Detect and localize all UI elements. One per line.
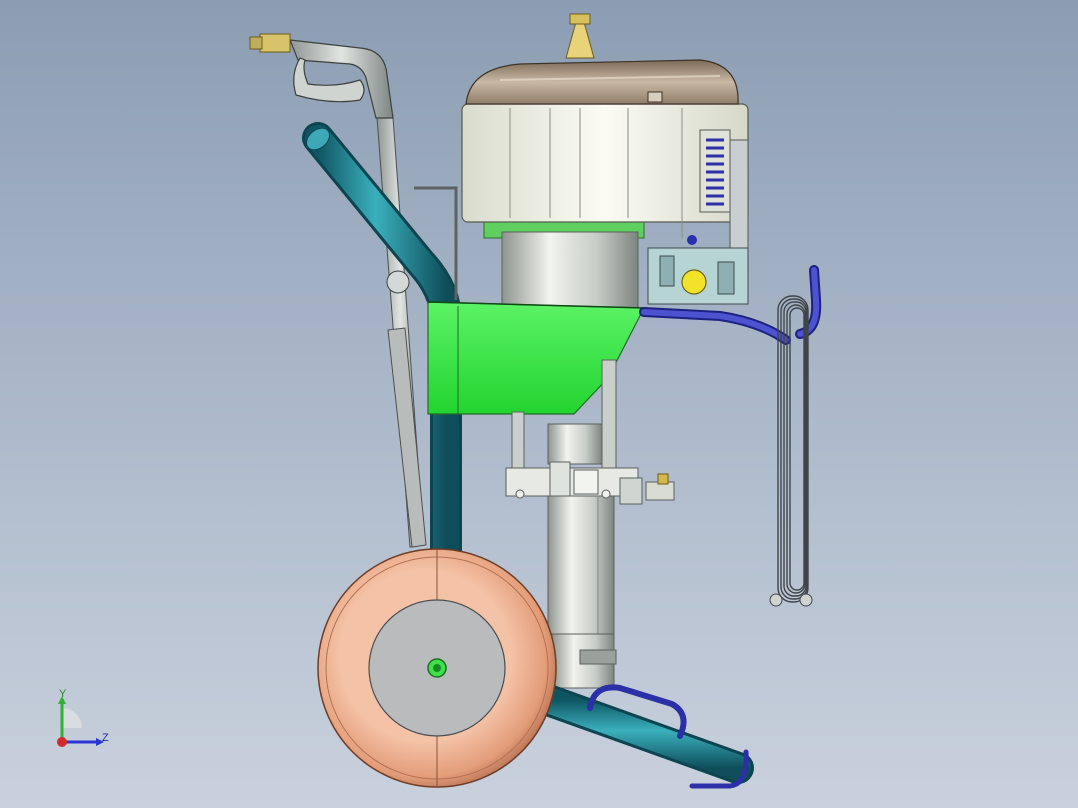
y-axis-label: Y xyxy=(59,688,67,700)
spray-gun-icon[interactable] xyxy=(249,33,427,548)
cad-viewport[interactable]: Y Z xyxy=(0,0,1078,808)
z-axis-label: Z xyxy=(102,732,109,744)
sprayer-assembly-model[interactable] xyxy=(0,0,1078,808)
hose-coil-icon[interactable] xyxy=(639,265,822,607)
wheel-icon[interactable] xyxy=(317,548,557,788)
lower-frame-tube[interactable] xyxy=(532,684,754,789)
engine-icon[interactable] xyxy=(461,13,749,311)
frame-tube[interactable] xyxy=(302,122,462,581)
x-axis-origin xyxy=(57,737,67,747)
